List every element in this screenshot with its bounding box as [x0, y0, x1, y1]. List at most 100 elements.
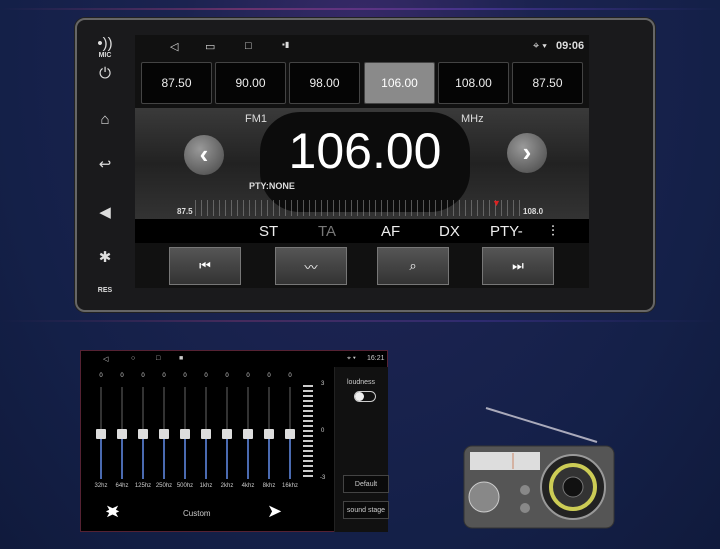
eq-band-16khz[interactable]: 0 16khz: [280, 373, 300, 493]
sound-stage-button[interactable]: sound stage: [343, 501, 389, 519]
tuning-knob: [468, 481, 500, 513]
pty-button[interactable]: PTY-: [490, 223, 523, 240]
eq-right-panel: loudness Default sound stage: [334, 367, 389, 532]
navigation-icon[interactable]: ◀: [85, 203, 125, 221]
scale-mid: 0: [321, 428, 325, 434]
radio-toolbar: ST TA AF DX PTY- ⫶: [135, 219, 589, 243]
eq-band-250hz[interactable]: 0 250hz: [154, 373, 174, 493]
scale-min: 87.5: [177, 207, 193, 216]
pty-label: PTY:NONE: [249, 181, 295, 191]
eq-band-8khz[interactable]: 0 8khz: [259, 373, 279, 493]
band-slider-knob[interactable]: [96, 429, 106, 439]
eq-band-1khz[interactable]: 0 1khz: [196, 373, 216, 493]
radio-screen: ◁ ▭ □ ▪▮ ⌖ ▾ 09:06 87.50 90.00 98.00 106…: [135, 35, 589, 288]
scale-max: 108.0: [523, 207, 544, 216]
band-slider-knob[interactable]: [264, 429, 274, 439]
preset-4[interactable]: 106.00: [364, 62, 435, 104]
location-wifi-icon: ⌖ ▾: [347, 355, 356, 362]
band-slider-knob[interactable]: [138, 429, 148, 439]
eq-band-125hz[interactable]: 0 125hz: [133, 373, 153, 493]
search-button[interactable]: ⌕: [377, 247, 449, 285]
radio-illustration: [463, 407, 615, 529]
band-value: 0: [267, 373, 271, 379]
antenna: [485, 407, 598, 443]
clock: 09:06: [556, 40, 585, 52]
scale-top: 3: [321, 381, 325, 387]
default-button[interactable]: Default: [343, 475, 389, 493]
band-label: FM1: [245, 113, 267, 125]
scale-bottom: -3: [320, 475, 326, 481]
notification-icon: ▪▮: [282, 40, 290, 49]
band-value: 0: [120, 373, 124, 379]
status-bar: ◁ ▭ □ ▪▮ ⌖ ▾ 09:06: [135, 35, 589, 59]
tuning-marker[interactable]: ▼: [492, 198, 501, 208]
band-frequency: 16khz: [281, 483, 298, 489]
preset-5[interactable]: 108.00: [438, 62, 509, 104]
nav-recents-icon[interactable]: □: [156, 355, 160, 362]
band-slider-knob[interactable]: [201, 429, 211, 439]
preset-6[interactable]: 87.50: [512, 62, 583, 104]
st-button[interactable]: ST: [259, 223, 278, 240]
mic-label: MIC: [98, 52, 112, 59]
preset-3[interactable]: 98.00: [289, 62, 360, 104]
unit-label: MHz: [461, 113, 484, 125]
frequency-value: 106.00: [288, 123, 442, 179]
band-value: 0: [141, 373, 145, 379]
previous-button[interactable]: ⏮: [169, 247, 241, 285]
tuning-scale[interactable]: [195, 200, 525, 216]
af-button[interactable]: AF: [381, 223, 400, 240]
back-icon[interactable]: ↩: [85, 155, 125, 173]
scan-button[interactable]: 〰: [275, 247, 347, 285]
band-slider-knob[interactable]: [285, 429, 295, 439]
nav-back-icon[interactable]: ◁: [103, 355, 108, 363]
eq-next-arrow[interactable]: ➤: [267, 501, 282, 522]
band-value: 0: [162, 373, 166, 379]
eq-status-bar: ◁ ○ □ ■ ⌖ ▾ 16:21: [81, 351, 387, 367]
seek-up-button[interactable]: ›: [507, 133, 547, 173]
band-slider-knob[interactable]: [117, 429, 127, 439]
band-slider-knob[interactable]: [222, 429, 232, 439]
preset-1[interactable]: 87.50: [141, 62, 212, 104]
band-value: 0: [288, 373, 292, 379]
dx-button[interactable]: DX: [439, 223, 460, 240]
eq-prev-arrow-icon[interactable]: ➤: [105, 501, 120, 522]
eq-preset-name: Custom: [183, 509, 211, 518]
nav-back-icon[interactable]: ◁: [170, 40, 178, 53]
band-value: 0: [246, 373, 250, 379]
band-value: 0: [204, 373, 208, 379]
band-slider-knob[interactable]: [243, 429, 253, 439]
loudness-label: loudness: [347, 379, 376, 386]
nav-home-icon[interactable]: ▭: [205, 40, 215, 53]
band-value: 0: [183, 373, 187, 379]
equalizer-icon[interactable]: ⫶: [551, 223, 555, 240]
loudness-toggle[interactable]: [354, 391, 376, 402]
eq-band-64hz[interactable]: 0 64hz: [112, 373, 132, 493]
frequency-display: 106.00 FM1 MHz PTY:NONE ‹ › 87.5 108.0 ▼: [135, 108, 589, 219]
reset-label[interactable]: RES: [85, 287, 125, 294]
eq-clock: 16:21: [367, 355, 385, 362]
mic-icon: •)) MIC: [85, 35, 125, 59]
side-panel: •)) MIC ⏻ ⌂ ↩ ◀ ✱ RES: [85, 35, 130, 300]
seek-down-button[interactable]: ‹: [184, 135, 224, 175]
band-slider-knob[interactable]: [159, 429, 169, 439]
ta-button[interactable]: TA: [318, 223, 336, 240]
next-button[interactable]: ⏭: [482, 247, 554, 285]
band-value: 0: [225, 373, 229, 379]
location-wifi-icon: ⌖ ▾: [533, 40, 547, 52]
band-slider-knob[interactable]: [180, 429, 190, 439]
power-icon[interactable]: ⏻: [85, 65, 125, 82]
home-icon[interactable]: ⌂: [85, 111, 125, 128]
notification-icon: ■: [179, 355, 184, 362]
eq-band-500hz[interactable]: 0 500hz: [175, 373, 195, 493]
radio-dial: [470, 452, 540, 470]
eq-band-32hz[interactable]: 0 32hz: [91, 373, 111, 493]
band-value: 0: [99, 373, 103, 379]
eq-band-4khz[interactable]: 0 4khz: [238, 373, 258, 493]
nav-recents-icon[interactable]: □: [245, 40, 252, 52]
nav-home-icon[interactable]: ○: [131, 355, 135, 362]
preset-2[interactable]: 90.00: [215, 62, 286, 104]
equalizer-screen: ◁ ○ □ ■ ⌖ ▾ 16:21 0 32hz 0 64hz 0 125hz 0 250hz…: [80, 350, 389, 532]
bluetooth-icon[interactable]: ✱: [85, 248, 125, 266]
eq-band-2khz[interactable]: 0 2khz: [217, 373, 237, 493]
eq-level-scale: [303, 385, 313, 479]
